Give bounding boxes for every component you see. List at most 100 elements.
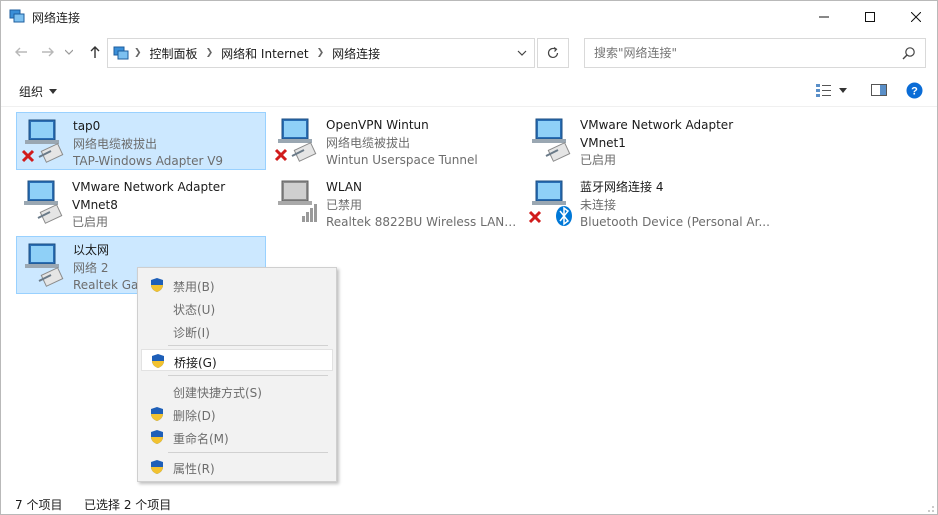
control-panel-icon bbox=[113, 45, 129, 61]
help-button[interactable]: ? bbox=[906, 81, 923, 99]
menu-label: 删除(D) bbox=[173, 409, 216, 423]
uac-shield-icon bbox=[152, 354, 164, 368]
connection-device: Realtek 8822BU Wireless LAN ... bbox=[326, 215, 518, 229]
up-button[interactable] bbox=[85, 42, 105, 62]
status-bar: 7 个项目 已选择 2 个项目 bbox=[1, 491, 937, 515]
breadcrumb: ❯ 控制面板 ❯ 网络和 Internet ❯ 网络连接 bbox=[134, 39, 380, 67]
menu-label: 桥接(G) bbox=[174, 356, 217, 370]
connection-name: tap0 bbox=[73, 119, 101, 133]
context-menu: 禁用(B) 状态(U) 诊断(I) 桥接(G) 创建快捷方式(S) 删除(D) … bbox=[137, 267, 337, 482]
bluetooth-adapter-icon bbox=[528, 178, 576, 226]
address-history-chevron-icon[interactable] bbox=[516, 47, 528, 59]
connection-bluetooth[interactable]: 蓝牙网络连接 4 未连接 Bluetooth Device (Personal … bbox=[524, 174, 774, 232]
connection-openvpn-wintun[interactable]: OpenVPN Wintun 网络电缆被拔出 Wintun Userspace … bbox=[270, 112, 520, 170]
organize-menu-button[interactable]: 组织 bbox=[19, 83, 58, 100]
menu-item-bridge[interactable]: 桥接(G) bbox=[141, 349, 333, 371]
recent-locations-button[interactable] bbox=[63, 42, 75, 62]
preview-pane-button[interactable] bbox=[871, 81, 887, 99]
maximize-button[interactable] bbox=[847, 1, 893, 32]
view-options-dropdown[interactable] bbox=[839, 81, 847, 99]
close-button[interactable] bbox=[893, 1, 938, 32]
selection-count: 已选择 2 个项目 bbox=[84, 498, 172, 512]
back-arrow-icon bbox=[15, 47, 27, 57]
breadcrumb-network-connections[interactable]: 网络连接 bbox=[332, 45, 380, 62]
menu-label: 创建快捷方式(S) bbox=[173, 386, 262, 400]
menu-item-rename[interactable]: 重命名(M) bbox=[141, 426, 333, 448]
connection-status: 网络电缆被拔出 bbox=[326, 135, 411, 150]
connection-wlan[interactable]: WLAN 已禁用 Realtek 8822BU Wireless LAN ... bbox=[270, 174, 520, 232]
change-view-button[interactable] bbox=[816, 81, 832, 99]
title-bar: 网络连接 bbox=[1, 1, 937, 32]
minimize-icon bbox=[819, 16, 829, 17]
resize-grip-icon[interactable] bbox=[925, 503, 935, 513]
minimize-button[interactable] bbox=[801, 1, 847, 32]
window-title: 网络连接 bbox=[32, 11, 81, 25]
connection-device: Bluetooth Device (Personal Ar... bbox=[580, 215, 770, 229]
item-count: 7 个项目 bbox=[15, 498, 63, 512]
connection-status: 网络电缆被拔出 bbox=[73, 136, 158, 151]
wireless-adapter-icon bbox=[274, 178, 322, 226]
organize-label: 组织 bbox=[19, 85, 44, 99]
up-arrow-icon bbox=[90, 46, 100, 58]
caret-down-icon bbox=[49, 89, 58, 94]
details-view-icon bbox=[816, 84, 831, 97]
connection-status: 未连接 bbox=[580, 197, 617, 212]
maximize-icon bbox=[865, 11, 875, 22]
refresh-button[interactable] bbox=[537, 38, 569, 68]
search-icon[interactable] bbox=[902, 46, 916, 60]
refresh-icon bbox=[547, 47, 559, 59]
wired-adapter-icon bbox=[274, 116, 322, 164]
connection-network: VMnet1 bbox=[580, 135, 626, 150]
menu-item-disable[interactable]: 禁用(B) bbox=[141, 274, 333, 296]
menu-separator bbox=[168, 375, 328, 376]
breadcrumb-network-internet[interactable]: 网络和 Internet bbox=[221, 45, 308, 62]
uac-shield-icon bbox=[151, 430, 163, 444]
connection-network: VMnet8 bbox=[72, 197, 118, 212]
disconnected-x-icon bbox=[21, 149, 35, 163]
uac-shield-icon bbox=[151, 407, 163, 421]
search-box[interactable] bbox=[584, 38, 926, 68]
menu-separator bbox=[168, 452, 328, 453]
connection-vmware-vmnet8[interactable]: VMware Network Adapter VMnet8 已启用 bbox=[16, 174, 266, 232]
connection-name: 以太网 bbox=[73, 243, 110, 257]
disconnected-x-icon bbox=[528, 210, 542, 224]
connection-device: TAP-Windows Adapter V9 bbox=[73, 154, 224, 168]
caret-down-icon bbox=[839, 87, 847, 93]
menu-item-diagnose[interactable]: 诊断(I) bbox=[141, 320, 333, 342]
search-input[interactable] bbox=[585, 39, 885, 67]
connection-name: VMware Network Adapter bbox=[72, 180, 226, 194]
menu-item-delete[interactable]: 删除(D) bbox=[141, 403, 333, 425]
connection-tap0[interactable]: tap0 网络电缆被拔出 TAP-Windows Adapter V9 bbox=[16, 112, 266, 170]
menu-item-create-shortcut[interactable]: 创建快捷方式(S) bbox=[141, 380, 333, 402]
close-icon bbox=[911, 11, 921, 22]
connection-name: WLAN bbox=[326, 180, 363, 194]
breadcrumb-separator-icon[interactable]: ❯ bbox=[317, 48, 325, 58]
network-connections-icon bbox=[9, 8, 25, 24]
command-bar: 组织 ? bbox=[1, 73, 937, 107]
preview-pane-icon bbox=[871, 84, 887, 96]
connection-name: OpenVPN Wintun bbox=[326, 118, 429, 132]
wired-adapter-icon bbox=[20, 178, 68, 226]
navigation-bar: ❯ 控制面板 ❯ 网络和 Internet ❯ 网络连接 bbox=[1, 34, 937, 70]
address-bar[interactable]: ❯ 控制面板 ❯ 网络和 Internet ❯ 网络连接 bbox=[107, 38, 535, 68]
menu-label: 诊断(I) bbox=[173, 326, 210, 340]
menu-item-properties[interactable]: 属性(R) bbox=[141, 456, 333, 478]
uac-shield-icon bbox=[151, 460, 163, 474]
menu-label: 重命名(M) bbox=[173, 432, 229, 446]
help-icon: ? bbox=[906, 82, 923, 98]
connection-status: 已启用 bbox=[72, 215, 109, 229]
disconnected-x-icon bbox=[274, 148, 288, 162]
wired-adapter-icon bbox=[21, 241, 69, 289]
breadcrumb-separator-icon[interactable]: ❯ bbox=[206, 48, 214, 58]
back-button[interactable] bbox=[11, 42, 31, 62]
forward-arrow-icon bbox=[42, 47, 54, 57]
breadcrumb-separator-icon[interactable]: ❯ bbox=[134, 48, 142, 58]
chevron-down-icon bbox=[65, 49, 73, 55]
breadcrumb-control-panel[interactable]: 控制面板 bbox=[150, 45, 198, 62]
forward-button[interactable] bbox=[38, 42, 58, 62]
menu-item-status[interactable]: 状态(U) bbox=[141, 297, 333, 319]
menu-label: 属性(R) bbox=[173, 462, 215, 476]
connection-vmware-vmnet1[interactable]: VMware Network Adapter VMnet1 已启用 bbox=[524, 112, 774, 170]
menu-label: 禁用(B) bbox=[173, 280, 215, 294]
connection-name: 蓝牙网络连接 4 bbox=[580, 180, 664, 194]
